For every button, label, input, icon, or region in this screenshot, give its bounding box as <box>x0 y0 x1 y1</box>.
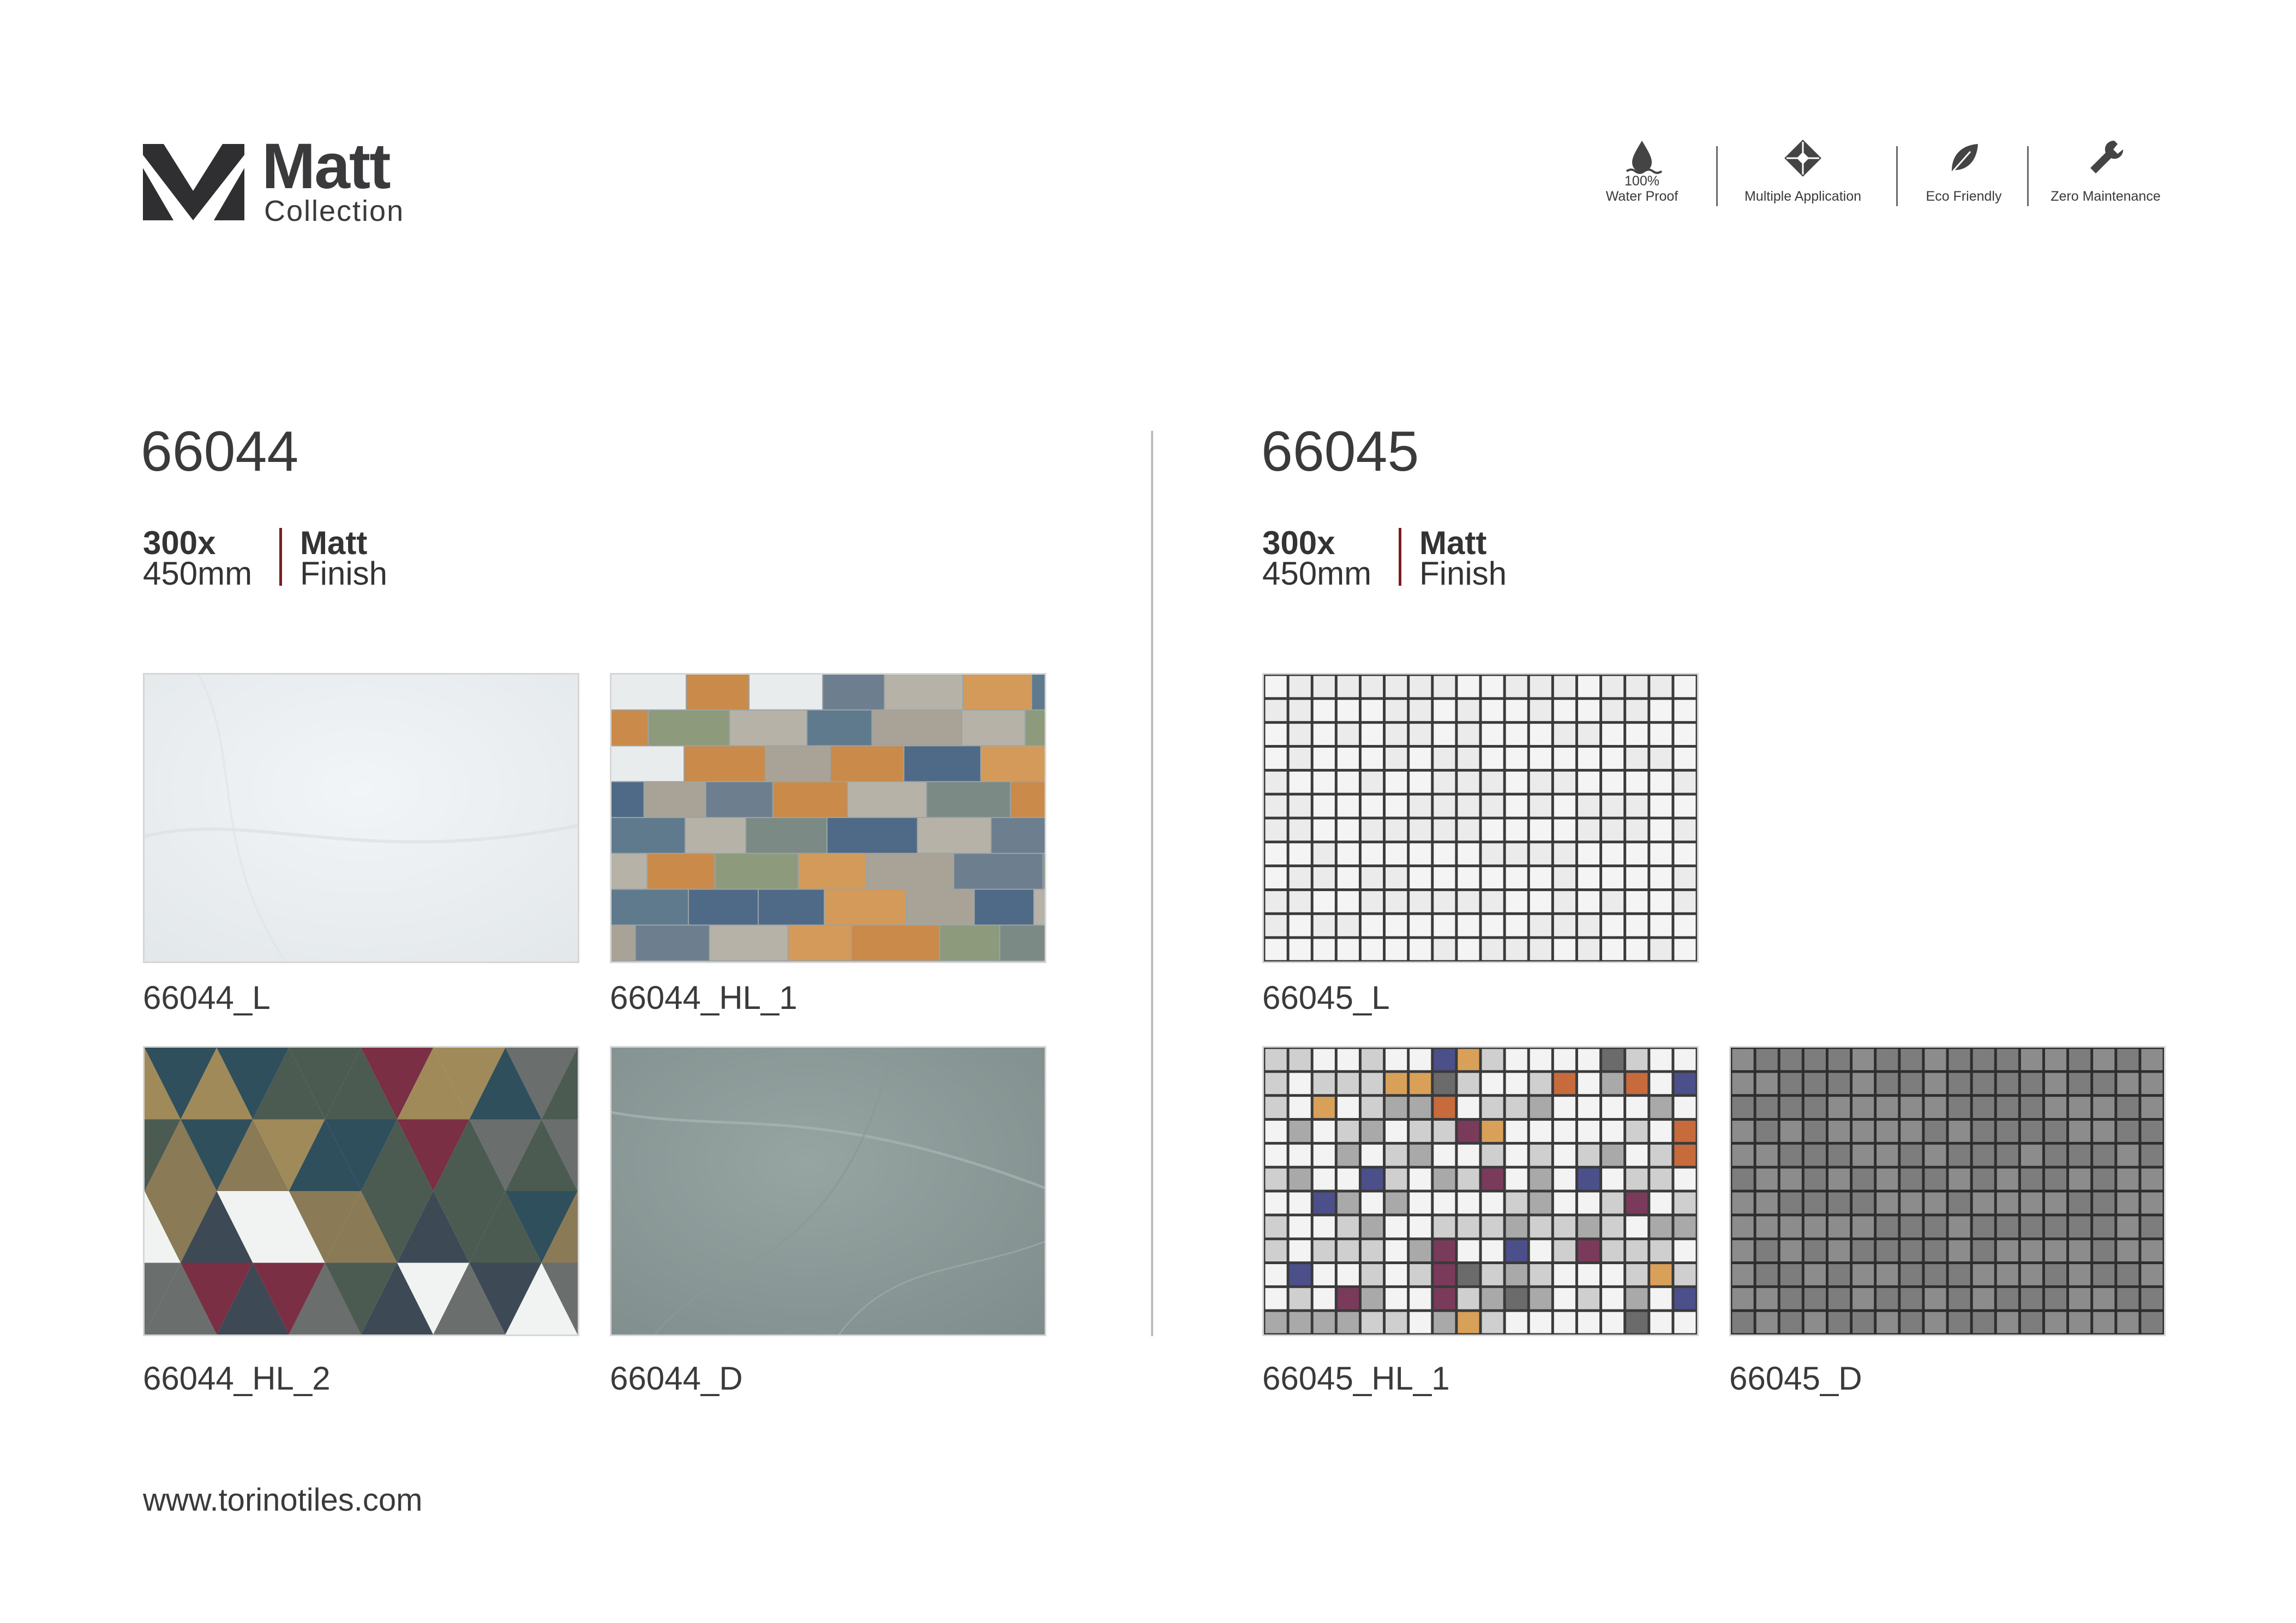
tile-image-66045-hl-1 <box>1262 1046 1699 1336</box>
right-size-line2: 450mm <box>1262 555 1372 592</box>
website-link[interactable]: www.torinotiles.com <box>143 1484 422 1516</box>
tile-image-66044-d <box>610 1046 1046 1336</box>
wrench-icon <box>2090 140 2124 173</box>
tile-label: 66044_L <box>143 979 271 1016</box>
right-spec: 300x 450mm Matt Finish <box>1262 527 1535 592</box>
left-series-title: 66044 <box>141 420 299 483</box>
left-size-line2: 450mm <box>143 555 253 592</box>
tile-image-66045-l <box>1262 673 1699 963</box>
feature-separator <box>1716 146 1718 206</box>
tile-label: 66045_D <box>1729 1360 1862 1397</box>
spec-divider-bar <box>279 528 282 586</box>
brand-mark-icon <box>143 144 244 220</box>
right-finish-line2: Finish <box>1419 555 1507 592</box>
left-spec: 300x 450mm Matt Finish <box>143 527 416 592</box>
tile-label: 66044_HL_1 <box>610 979 798 1016</box>
brand-logo: Matt Collection <box>143 130 448 227</box>
feature-multiple-application-label: Multiple Application <box>1744 189 1861 204</box>
brand-title: Matt <box>262 130 391 202</box>
tile-label: 66045_L <box>1262 979 1390 1016</box>
right-series-title: 66045 <box>1261 420 1419 483</box>
tile-image-66044-l <box>143 673 579 963</box>
multiple-application-icon <box>1784 140 1821 177</box>
left-finish-line2: Finish <box>300 555 388 592</box>
feature-waterproof-line2: Water Proof <box>1605 189 1678 204</box>
right-finish-line1: Matt <box>1419 525 1487 561</box>
column-divider <box>1151 431 1153 1336</box>
feature-zero-maintenance-label: Zero Maintenance <box>2051 189 2161 204</box>
feature-eco-friendly: Eco Friendly <box>1909 135 2018 212</box>
tile-label: 66044_D <box>610 1360 743 1397</box>
tile-image-66045-d <box>1729 1046 2166 1336</box>
leaf-icon <box>1952 144 1978 172</box>
feature-waterproof-line1: 100% <box>1624 173 1659 189</box>
spec-divider-bar <box>1399 528 1401 586</box>
tile-image-66044-hl-2 <box>143 1046 579 1336</box>
feature-separator <box>2027 146 2029 206</box>
tile-label: 66045_HL_1 <box>1262 1360 1450 1397</box>
feature-separator <box>1896 146 1898 206</box>
left-size-line1: 300x <box>143 525 216 561</box>
feature-waterproof: 100% Water Proof <box>1598 135 1686 212</box>
feature-multiple-application: Multiple Application <box>1729 135 1877 212</box>
tile-image-66044-hl-1 <box>610 673 1046 963</box>
feature-zero-maintenance: Zero Maintenance <box>2040 135 2171 212</box>
right-size-line1: 300x <box>1262 525 1335 561</box>
brand-subtitle: Collection <box>264 195 405 227</box>
tile-label: 66044_HL_2 <box>143 1360 331 1397</box>
feature-eco-friendly-label: Eco Friendly <box>1926 189 2002 204</box>
left-finish-line1: Matt <box>300 525 368 561</box>
